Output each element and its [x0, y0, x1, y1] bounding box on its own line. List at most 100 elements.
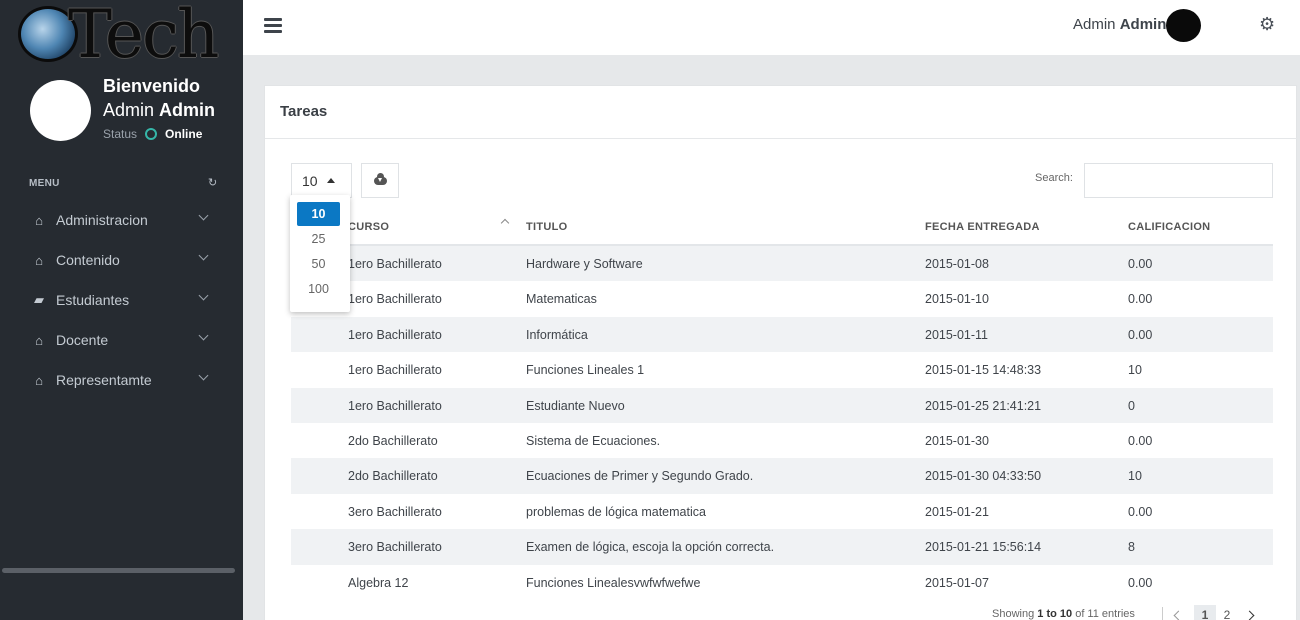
- sidebar-item-representamte[interactable]: ⌂ Representamte: [0, 360, 243, 400]
- cell-calificacion: 8: [1128, 540, 1135, 555]
- sidebar-item-label: Docente: [56, 332, 109, 348]
- chevron-down-icon: [198, 330, 209, 341]
- brand-logo[interactable]: Tech: [16, 0, 219, 73]
- cell-calificacion: 0.00: [1128, 327, 1153, 342]
- page-length-dropdown: 10 25 50 100: [290, 195, 350, 312]
- page-length-option[interactable]: 25: [297, 227, 340, 251]
- cell-titulo: problemas de lógica matematica: [526, 504, 706, 519]
- sidebar-item-label: Representamte: [56, 372, 152, 388]
- page-length-option[interactable]: 50: [297, 252, 340, 276]
- chevron-right-icon[interactable]: [1244, 610, 1255, 620]
- column-header-fecha[interactable]: FECHA ENTREGADA: [925, 221, 1040, 233]
- profile-name: Admin Admin: [103, 100, 215, 121]
- sidebar-item-contenido[interactable]: ⌂ Contenido: [0, 240, 243, 280]
- cell-fecha: 2015-01-30 04:33:50: [925, 469, 1042, 484]
- info-suffix: of 11 entries: [1072, 608, 1135, 620]
- cell-curso: 1ero Bachillerato: [348, 257, 442, 271]
- cloud-download-icon: [373, 172, 387, 185]
- table-row[interactable]: Algebra 12 Funciones Linealesvwfwfwefwe 20…: [291, 565, 1273, 600]
- divider: [265, 138, 1298, 139]
- menu-label: MENU: [29, 178, 60, 189]
- chevron-down-icon: [198, 370, 209, 381]
- sidebar: Tech Bienvenido Admin Admin Status Onlin…: [0, 0, 243, 620]
- home-icon: ⌂: [35, 212, 43, 228]
- gear-icon[interactable]: ⚙: [1259, 14, 1275, 35]
- cell-curso: Algebra 12: [348, 575, 409, 590]
- table-row[interactable]: 2do Bachillerato Sistema de Ecuaciones. 20…: [291, 423, 1273, 458]
- brand-text: Tech: [68, 0, 219, 73]
- book-icon: ▰: [34, 292, 44, 307]
- sidebar-item-estudiantes[interactable]: ▰ Estudiantes: [0, 280, 243, 320]
- welcome-text: Bienvenido: [103, 76, 201, 96]
- header-first-name: Admin: [1073, 16, 1116, 33]
- sidebar-item-docente[interactable]: ⌂ Docente: [0, 320, 243, 360]
- hamburger-menu-icon[interactable]: [264, 18, 282, 33]
- search-label: Search:: [1035, 172, 1073, 184]
- table-row[interactable]: 1ero Bachillerato Funciones Lineales 1 201…: [291, 352, 1273, 387]
- table-row[interactable]: 1ero Bachillerato Estudiante Nuevo 2015-01…: [291, 387, 1273, 423]
- sidebar-item-label: Contenido: [56, 252, 120, 268]
- page-length-select[interactable]: 10: [291, 163, 352, 198]
- cell-fecha: 2015-01-25 21:41:21: [925, 398, 1042, 413]
- table-row[interactable]: 2do Bachillerato Ecuaciones de Primer y S…: [291, 458, 1273, 494]
- status-value: Online: [165, 127, 203, 141]
- page-button[interactable]: 2: [1216, 605, 1238, 620]
- status-label: Status: [103, 127, 138, 141]
- info-from: 1: [1037, 608, 1044, 620]
- cell-titulo: Funciones Lineales 1: [526, 363, 645, 378]
- table-row[interactable]: 3ero Bachillerato problemas de lógica mat…: [291, 494, 1273, 529]
- cell-fecha: 2015-01-11: [925, 327, 989, 342]
- header-avatar[interactable]: [1166, 9, 1201, 42]
- cell-calificacion: 10: [1128, 363, 1142, 378]
- sidebar-item-administracion[interactable]: ⌂ Administracion: [0, 200, 243, 240]
- home-icon: ⌂: [35, 252, 43, 268]
- panel-title: Tareas: [280, 103, 328, 120]
- download-button[interactable]: [361, 163, 399, 198]
- refresh-icon[interactable]: ↻: [208, 176, 217, 189]
- sidebar-scrollbar[interactable]: [2, 568, 235, 573]
- cell-curso: 2do Bachillerato: [348, 469, 438, 484]
- cell-titulo: Examen de lógica, escoja la opción corre…: [526, 540, 775, 555]
- avatar[interactable]: [30, 80, 91, 141]
- column-header-titulo[interactable]: TITULO: [526, 221, 568, 233]
- cell-fecha: 2015-01-21: [925, 504, 989, 519]
- cell-curso: 1ero Bachillerato: [348, 292, 442, 307]
- cell-calificacion: 0.00: [1128, 504, 1153, 519]
- header-last-name: Admin: [1119, 16, 1167, 33]
- sidebar-item-label: Administracion: [56, 212, 148, 228]
- search-input[interactable]: [1084, 163, 1273, 198]
- cell-titulo: Estudiante Nuevo: [526, 398, 625, 413]
- cell-titulo: Sistema de Ecuaciones.: [526, 433, 661, 448]
- cell-titulo: Matematicas: [526, 292, 597, 307]
- column-header-calificacion[interactable]: CALIFICACION: [1128, 221, 1210, 233]
- column-header-curso[interactable]: CURSO: [348, 221, 389, 233]
- top-header: Admin Admin ⚙: [243, 0, 1300, 55]
- pagination: 1 2: [1162, 605, 1255, 620]
- page-button[interactable]: 1: [1194, 605, 1216, 620]
- cell-curso: 1ero Bachillerato: [348, 363, 442, 378]
- home-icon: ⌂: [35, 372, 43, 388]
- cell-titulo: Ecuaciones de Primer y Segundo Grado.: [526, 469, 754, 484]
- cell-curso: 2do Bachillerato: [348, 433, 438, 448]
- tasks-table: CURSO TITULO FECHA ENTREGADA CALIFICACIO…: [291, 211, 1273, 600]
- page-length-option[interactable]: 10: [297, 202, 340, 226]
- table-body: 1ero Bachillerato Hardware y Software 2015…: [291, 246, 1273, 600]
- caret-up-icon: [326, 178, 335, 183]
- profile-last-name: Admin: [159, 100, 216, 120]
- cell-curso: 3ero Bachillerato: [348, 540, 442, 555]
- page-length-option[interactable]: 100: [297, 277, 340, 301]
- cell-curso: 1ero Bachillerato: [348, 327, 442, 342]
- table-row[interactable]: 1ero Bachillerato Hardware y Software 2015…: [291, 246, 1273, 282]
- header-username[interactable]: Admin Admin: [1073, 16, 1166, 33]
- cell-calificacion: 0.00: [1128, 257, 1153, 271]
- table-row[interactable]: 1ero Bachillerato Matematicas 2015-01-10 0.…: [291, 281, 1273, 316]
- table-row[interactable]: 1ero Bachillerato Informática 2015-01-11 0.…: [291, 316, 1273, 353]
- cell-calificacion: 0.00: [1128, 575, 1153, 590]
- table-row[interactable]: 3ero Bachillerato Examen de lógica, escoj…: [291, 529, 1273, 565]
- cell-fecha: 2015-01-07: [925, 575, 989, 590]
- page-length-value: 10: [302, 172, 318, 189]
- cell-fecha: 2015-01-10: [925, 292, 989, 307]
- cell-titulo: Funciones Linealesvwfwfwefwe: [526, 575, 701, 590]
- chevron-left-icon[interactable]: [1173, 610, 1184, 620]
- profile-first-name: Admin: [103, 100, 155, 120]
